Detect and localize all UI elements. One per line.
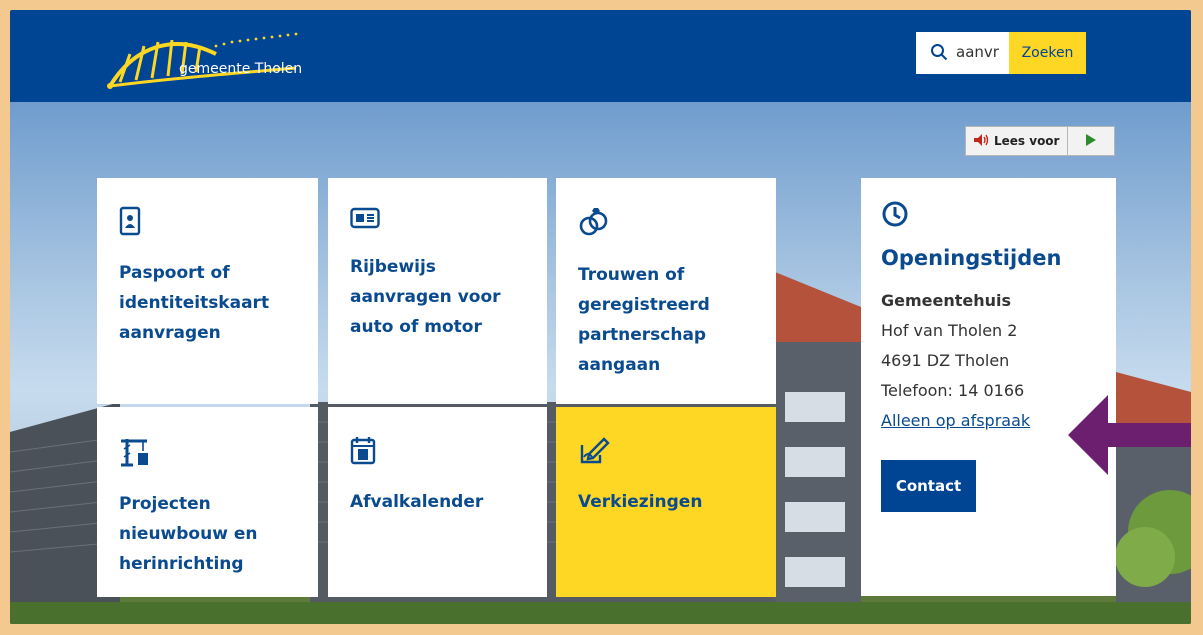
search-icon (930, 43, 948, 65)
tile-elections-title: Verkiezingen (578, 492, 703, 512)
logo-text: gemeente Tholen (179, 61, 303, 77)
tile-elections[interactable]: Verkiezingen (556, 407, 776, 597)
appointment-link[interactable]: Alleen op afspraak (881, 411, 1030, 430)
tile-drivers-license[interactable]: Rijbewijs aanvragen voor auto of motor (328, 178, 547, 404)
opening-hours-card: Openingstijden Gemeentehuis Hof van Thol… (861, 178, 1116, 596)
search-button[interactable]: Zoeken (1009, 32, 1086, 74)
address-postcode: 4691 DZ Tholen (881, 351, 1010, 370)
tile-passport[interactable]: Paspoort of identiteitskaart aanvragen (97, 178, 318, 404)
read-aloud-button[interactable]: Lees voor (966, 127, 1069, 155)
ballot-pen-icon (578, 435, 756, 469)
phone-number: Telefoon: 14 0166 (881, 381, 1025, 400)
play-icon (1086, 133, 1097, 149)
annotation-arrow (1068, 395, 1191, 479)
tile-waste-calendar-title: Afvalkalender (350, 492, 484, 512)
site-header: gemeente Tholen aanvr Zoeken (10, 10, 1191, 102)
contact-button[interactable]: Contact (881, 460, 976, 512)
tile-passport-title: Paspoort of identiteitskaart aanvragen (119, 263, 270, 343)
speaker-icon (974, 133, 990, 149)
clock-icon (881, 200, 1096, 234)
opening-hours-title: Openingstijden (881, 246, 1062, 270)
search-input-value: aanvr (956, 43, 999, 61)
construction-crane-icon (119, 435, 298, 471)
location-name: Gemeentehuis (881, 291, 1012, 310)
address-street: Hof van Tholen 2 (881, 321, 1018, 340)
search-input[interactable]: aanvr (916, 32, 1010, 74)
calendar-icon (350, 435, 527, 469)
tile-projects-title: Projecten nieuwbouw en herinrichting (119, 494, 258, 574)
play-button[interactable] (1068, 127, 1114, 155)
tile-waste-calendar[interactable]: Afvalkalender (328, 407, 547, 597)
municipality-logo[interactable] (106, 24, 316, 92)
passport-icon (119, 206, 298, 240)
tile-projects[interactable]: Projecten nieuwbouw en herinrichting (97, 407, 318, 597)
read-aloud-player: Lees voor (965, 126, 1115, 156)
tile-drivers-license-title: Rijbewijs aanvragen voor auto of motor (350, 257, 501, 337)
page-frame: gemeente Tholen aanvr Zoeken Lees voor P… (10, 10, 1191, 624)
read-aloud-label: Lees voor (994, 134, 1060, 148)
wedding-rings-icon (578, 206, 756, 242)
tile-wedding-title: Trouwen of geregistreerd partnerschap aa… (578, 265, 710, 375)
tile-wedding[interactable]: Trouwen of geregistreerd partnerschap aa… (556, 178, 776, 404)
driving-license-icon (350, 206, 527, 234)
